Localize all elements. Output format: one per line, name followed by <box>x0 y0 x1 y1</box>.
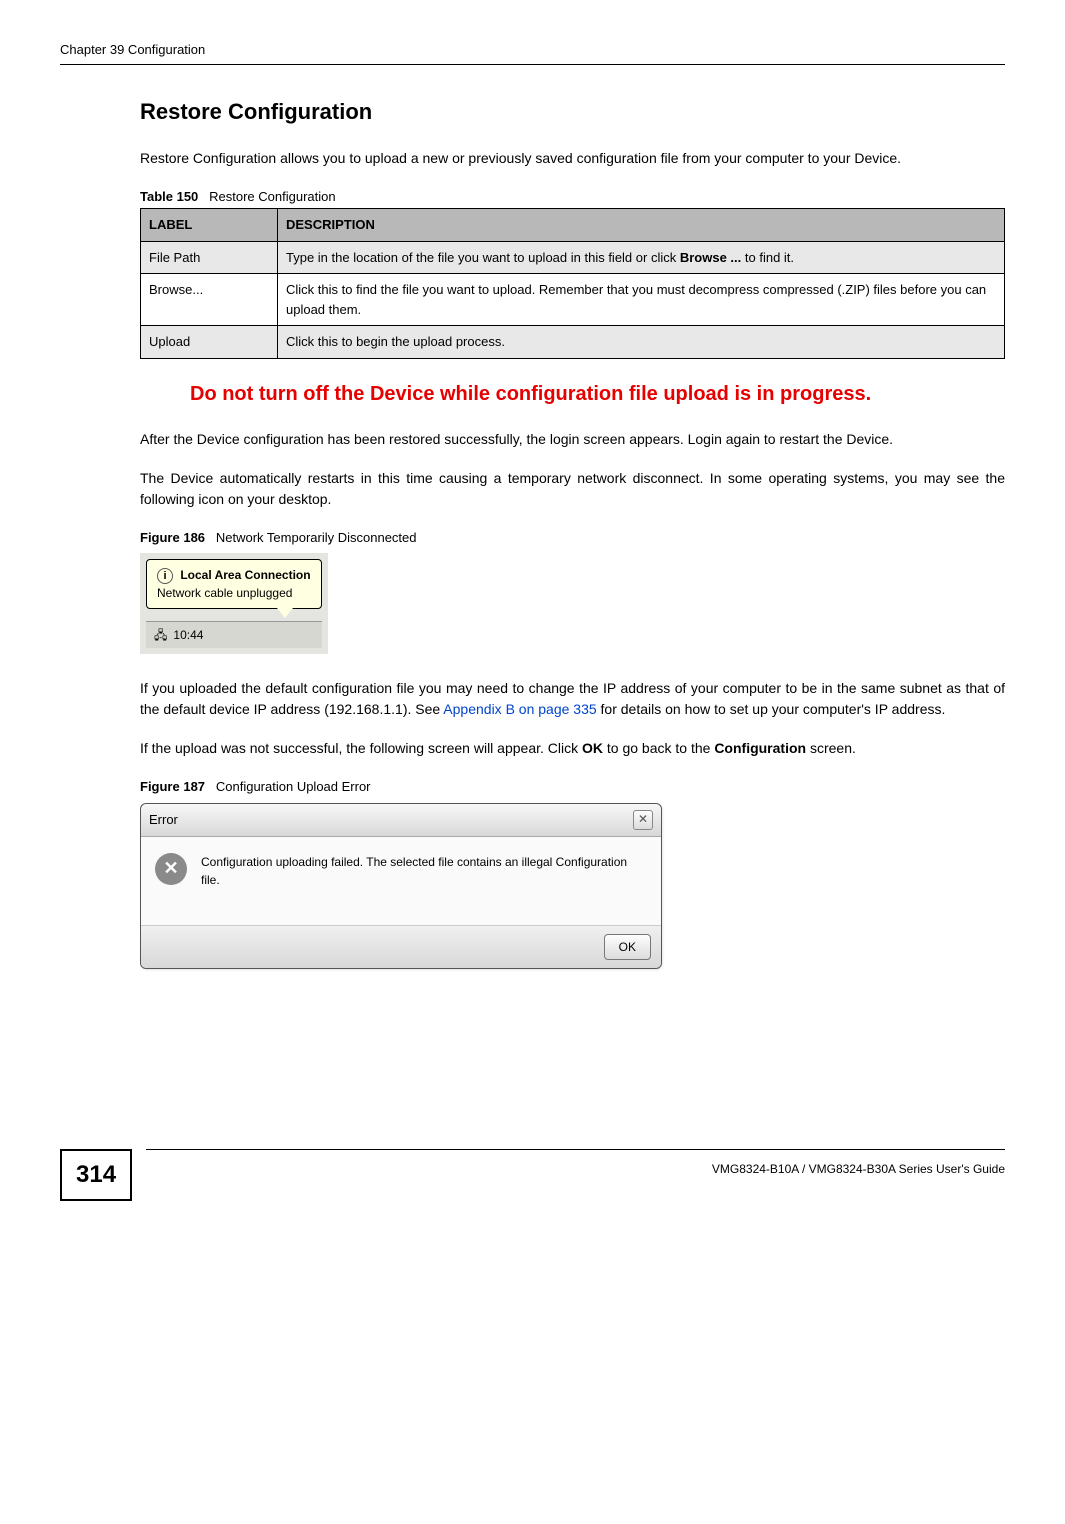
dialog-footer: OK <box>141 925 661 968</box>
figure-caption-prefix: Figure 187 <box>140 779 205 794</box>
tooltip-title: Local Area Connection <box>180 568 310 582</box>
info-icon: i <box>157 568 173 584</box>
section-heading: Restore Configuration <box>140 95 1005 128</box>
tray-clock: 10:44 <box>173 626 203 644</box>
footer-guide-title: VMG8324-B10A / VMG8324-B30A Series User'… <box>146 1149 1005 1201</box>
close-button[interactable]: ✕ <box>633 810 653 830</box>
table-header-description: DESCRIPTION <box>278 209 1005 242</box>
figure-caption-rest: Network Temporarily Disconnected <box>216 530 417 545</box>
page-footer: 314 VMG8324-B10A / VMG8324-B30A Series U… <box>60 1149 1005 1201</box>
table-cell-description: Type in the location of the file you wan… <box>278 241 1005 274</box>
paragraph-disconnect: The Device automatically restarts in thi… <box>140 468 1005 510</box>
figure-caption-rest: Configuration Upload Error <box>216 779 371 794</box>
table-cell-label: Upload <box>141 326 278 359</box>
appendix-link[interactable]: Appendix B on page 335 <box>443 701 596 717</box>
table-cell-label: Browse... <box>141 274 278 326</box>
table-cell-description: Click this to find the file you want to … <box>278 274 1005 326</box>
ok-button[interactable]: OK <box>604 934 651 960</box>
paragraph-fail-before: If the upload was not successful, the fo… <box>140 740 582 756</box>
paragraph-upload-fail: If the upload was not successful, the fo… <box>140 738 1005 759</box>
tooltip-text: Network cable unplugged <box>157 586 292 600</box>
warning-heading: Do not turn off the Device while configu… <box>190 379 1005 409</box>
figure-187: Error ✕ ✕ Configuration uploading failed… <box>140 803 1005 969</box>
table-cell-text: to find it. <box>745 250 794 265</box>
table-cell-text: Type in the location of the file you wan… <box>286 250 680 265</box>
paragraph-fail-between: to go back to the <box>607 740 714 756</box>
error-dialog: Error ✕ ✕ Configuration uploading failed… <box>140 803 662 969</box>
dialog-message: Configuration uploading failed. The sele… <box>201 853 647 889</box>
error-icon: ✕ <box>155 853 187 885</box>
table-cell-description: Click this to begin the upload process. <box>278 326 1005 359</box>
figure-186: i Local Area Connection Network cable un… <box>140 553 1005 654</box>
table-row: File Path Type in the location of the fi… <box>141 241 1005 274</box>
table-header-label: LABEL <box>141 209 278 242</box>
paragraph-fail-after: screen. <box>810 740 856 756</box>
table-caption: Table 150 Restore Configuration <box>140 187 1005 207</box>
chapter-header: Chapter 39 Configuration <box>60 40 1005 60</box>
header-rule <box>60 64 1005 65</box>
table-caption-prefix: Table 150 <box>140 189 198 204</box>
tooltip-balloon: i Local Area Connection Network cable un… <box>146 559 322 609</box>
paragraph-after-warning: After the Device configuration has been … <box>140 429 1005 450</box>
ok-literal: OK <box>582 740 603 756</box>
dialog-titlebar: Error ✕ <box>141 804 661 837</box>
dialog-title-text: Error <box>149 810 178 830</box>
tooltip-tail <box>277 608 293 618</box>
figure-caption-prefix: Figure 186 <box>140 530 205 545</box>
table-row: Browse... Click this to find the file yo… <box>141 274 1005 326</box>
network-disconnected-icon: 🖧 <box>154 626 167 644</box>
page-number: 314 <box>60 1149 132 1201</box>
paragraph-ip-after: for details on how to set up your comput… <box>601 701 946 717</box>
table-cell-label: File Path <box>141 241 278 274</box>
network-tooltip-figure: i Local Area Connection Network cable un… <box>140 553 328 654</box>
table-row: Upload Click this to begin the upload pr… <box>141 326 1005 359</box>
paragraph-ip: If you uploaded the default configuratio… <box>140 678 1005 720</box>
figure-187-caption: Figure 187 Configuration Upload Error <box>140 777 1005 797</box>
configuration-literal: Configuration <box>714 740 806 756</box>
dialog-body: ✕ Configuration uploading failed. The se… <box>141 837 661 925</box>
system-tray: 🖧 10:44 <box>146 621 322 648</box>
intro-paragraph: Restore Configuration allows you to uplo… <box>140 148 1005 169</box>
table-caption-rest: Restore Configuration <box>209 189 335 204</box>
restore-config-table: LABEL DESCRIPTION File Path Type in the … <box>140 208 1005 359</box>
table-cell-bold: Browse ... <box>680 250 741 265</box>
figure-186-caption: Figure 186 Network Temporarily Disconnec… <box>140 528 1005 548</box>
